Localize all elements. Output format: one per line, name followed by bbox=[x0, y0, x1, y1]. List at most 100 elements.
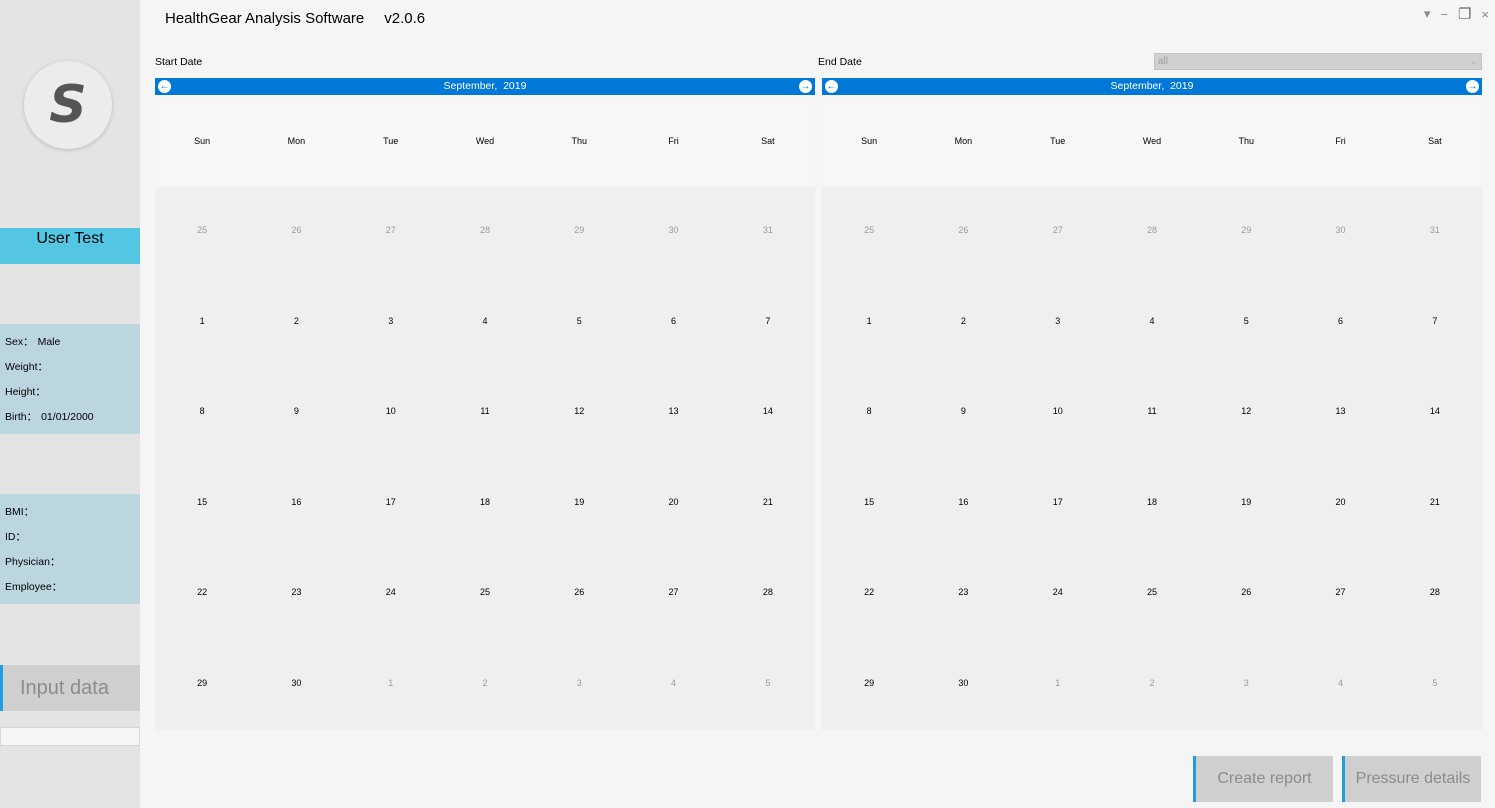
calendar-day[interactable]: 2 bbox=[916, 278, 1010, 369]
calendar-day[interactable]: 2 bbox=[1105, 640, 1199, 731]
calendar-day[interactable]: 13 bbox=[1293, 368, 1387, 459]
calendar-day[interactable]: 1 bbox=[155, 278, 249, 369]
calendar-day[interactable]: 22 bbox=[822, 549, 916, 640]
calendar-day[interactable]: 2 bbox=[249, 278, 343, 369]
calendar-day[interactable]: 6 bbox=[1293, 278, 1387, 369]
calendar-day[interactable]: 20 bbox=[1293, 459, 1387, 550]
calendar-day[interactable]: 19 bbox=[1199, 459, 1293, 550]
calendar-day[interactable]: 29 bbox=[155, 640, 249, 731]
calendar-day[interactable]: 22 bbox=[155, 549, 249, 640]
calendar-day[interactable]: 26 bbox=[916, 187, 1010, 278]
calendar-day[interactable]: 21 bbox=[1388, 459, 1482, 550]
calendar-day[interactable]: 1 bbox=[822, 278, 916, 369]
logo-icon: S bbox=[49, 75, 87, 135]
create-report-button[interactable]: Create report bbox=[1193, 756, 1333, 802]
calendar-day[interactable]: 18 bbox=[438, 459, 532, 550]
calendar-day[interactable]: 13 bbox=[626, 368, 720, 459]
calendar-day[interactable]: 28 bbox=[438, 187, 532, 278]
calendar-day[interactable]: 5 bbox=[1388, 640, 1482, 731]
calendar-day[interactable]: 2 bbox=[438, 640, 532, 731]
filter-select-value: all bbox=[1158, 56, 1169, 67]
calendar-day[interactable]: 1 bbox=[1011, 640, 1105, 731]
prev-month-icon[interactable]: ← bbox=[158, 80, 171, 93]
calendar-day[interactable]: 31 bbox=[721, 187, 815, 278]
calendar-day[interactable]: 19 bbox=[532, 459, 626, 550]
calendar-day[interactable]: 15 bbox=[822, 459, 916, 550]
calendar-day[interactable]: 10 bbox=[1011, 368, 1105, 459]
calendar-day[interactable]: 4 bbox=[626, 640, 720, 731]
calendar-day[interactable]: 23 bbox=[916, 549, 1010, 640]
minimize-icon[interactable]: − bbox=[1440, 7, 1448, 22]
calendar-day[interactable]: 29 bbox=[532, 187, 626, 278]
calendar-day[interactable]: 16 bbox=[916, 459, 1010, 550]
next-month-icon[interactable]: → bbox=[799, 80, 812, 93]
calendar-day[interactable]: 16 bbox=[249, 459, 343, 550]
calendar-day[interactable]: 24 bbox=[344, 549, 438, 640]
calendar-day[interactable]: 8 bbox=[822, 368, 916, 459]
calendar-day[interactable]: 27 bbox=[1011, 187, 1105, 278]
calendar-day[interactable]: 8 bbox=[155, 368, 249, 459]
sidebar-text-field[interactable] bbox=[0, 727, 140, 746]
calendar-day[interactable]: 12 bbox=[1199, 368, 1293, 459]
input-data-button[interactable]: Input data bbox=[0, 665, 140, 711]
calendar-day[interactable]: 18 bbox=[1105, 459, 1199, 550]
calendar-day[interactable]: 3 bbox=[344, 278, 438, 369]
calendar-day[interactable]: 9 bbox=[249, 368, 343, 459]
calendar-day[interactable]: 7 bbox=[721, 278, 815, 369]
calendar-day[interactable]: 25 bbox=[822, 187, 916, 278]
calendar-day[interactable]: 4 bbox=[438, 278, 532, 369]
calendar-day[interactable]: 29 bbox=[822, 640, 916, 731]
filter-select[interactable]: all ⌄ bbox=[1154, 53, 1482, 70]
calendar-day[interactable]: 4 bbox=[1293, 640, 1387, 731]
calendar-day[interactable]: 9 bbox=[916, 368, 1010, 459]
calendar-day[interactable]: 15 bbox=[155, 459, 249, 550]
restore-icon[interactable]: ❐ bbox=[1458, 5, 1471, 23]
calendar-day[interactable]: 21 bbox=[721, 459, 815, 550]
calendar-day[interactable]: 5 bbox=[532, 278, 626, 369]
calendar-day[interactable]: 7 bbox=[1388, 278, 1482, 369]
calendar-day[interactable]: 5 bbox=[1199, 278, 1293, 369]
calendar-day[interactable]: 17 bbox=[344, 459, 438, 550]
calendar-day[interactable]: 25 bbox=[1105, 549, 1199, 640]
pressure-details-button[interactable]: Pressure details bbox=[1342, 756, 1481, 802]
calendar-day[interactable]: 30 bbox=[1293, 187, 1387, 278]
dropdown-menu-icon[interactable]: ▾ bbox=[1424, 6, 1431, 22]
calendar-day[interactable]: 14 bbox=[1388, 368, 1482, 459]
close-icon[interactable]: × bbox=[1481, 7, 1489, 22]
prev-month-icon[interactable]: ← bbox=[825, 80, 838, 93]
calendar-day[interactable]: 27 bbox=[1293, 549, 1387, 640]
calendar-day[interactable]: 25 bbox=[155, 187, 249, 278]
calendar-day[interactable]: 26 bbox=[1199, 549, 1293, 640]
calendar-day[interactable]: 1 bbox=[344, 640, 438, 731]
calendar-day[interactable]: 27 bbox=[344, 187, 438, 278]
calendar-day[interactable]: 28 bbox=[1105, 187, 1199, 278]
calendar-day[interactable]: 10 bbox=[344, 368, 438, 459]
calendar-day[interactable]: 3 bbox=[1199, 640, 1293, 731]
calendar-day[interactable]: 28 bbox=[1388, 549, 1482, 640]
calendar-day[interactable]: 31 bbox=[1388, 187, 1482, 278]
calendar-day[interactable]: 5 bbox=[721, 640, 815, 731]
calendar-day[interactable]: 26 bbox=[532, 549, 626, 640]
calendar-day[interactable]: 24 bbox=[1011, 549, 1105, 640]
calendar-day[interactable]: 30 bbox=[249, 640, 343, 731]
calendar-day[interactable]: 11 bbox=[1105, 368, 1199, 459]
calendar-day[interactable]: 26 bbox=[249, 187, 343, 278]
calendar-day[interactable]: 3 bbox=[532, 640, 626, 731]
calendar-day[interactable]: 3 bbox=[1011, 278, 1105, 369]
calendar-day[interactable]: 6 bbox=[626, 278, 720, 369]
weekday-label: Fri bbox=[1335, 136, 1346, 146]
calendar-day[interactable]: 14 bbox=[721, 368, 815, 459]
next-month-icon[interactable]: → bbox=[1466, 80, 1479, 93]
calendar-day[interactable]: 30 bbox=[916, 640, 1010, 731]
calendar-day[interactable]: 28 bbox=[721, 549, 815, 640]
calendar-day[interactable]: 12 bbox=[532, 368, 626, 459]
calendar-day[interactable]: 29 bbox=[1199, 187, 1293, 278]
calendar-day[interactable]: 17 bbox=[1011, 459, 1105, 550]
calendar-day[interactable]: 20 bbox=[626, 459, 720, 550]
calendar-day[interactable]: 25 bbox=[438, 549, 532, 640]
calendar-day[interactable]: 11 bbox=[438, 368, 532, 459]
calendar-day[interactable]: 27 bbox=[626, 549, 720, 640]
calendar-day[interactable]: 4 bbox=[1105, 278, 1199, 369]
calendar-day[interactable]: 23 bbox=[249, 549, 343, 640]
calendar-day[interactable]: 30 bbox=[626, 187, 720, 278]
